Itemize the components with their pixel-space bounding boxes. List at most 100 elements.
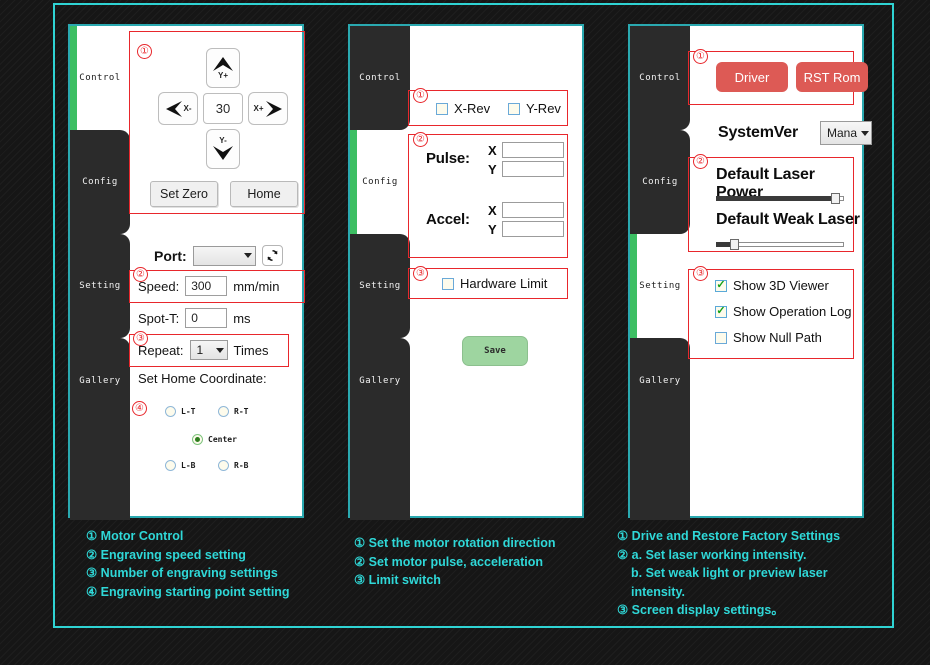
spot-input[interactable]: 0 bbox=[185, 308, 228, 328]
origin-option-rt[interactable]: R-T bbox=[218, 406, 248, 417]
chevron-down-icon bbox=[243, 253, 252, 258]
y-rev-label: Y-Rev bbox=[526, 101, 561, 116]
sidebar-item-label: Setting bbox=[639, 281, 681, 291]
origin-option-rb[interactable]: R-B bbox=[218, 460, 248, 471]
origin-option-lb[interactable]: L-B bbox=[165, 460, 195, 471]
origin-label: Center bbox=[208, 435, 237, 444]
rst-rom-label: RST Rom bbox=[803, 69, 861, 85]
caption-column-3: ① Drive and Restore Factory Settings ② a… bbox=[617, 527, 840, 620]
radio-icon bbox=[165, 460, 176, 471]
caption-line: ② a. Set laser working intensity. bbox=[617, 547, 807, 562]
default-weak-laser-slider[interactable] bbox=[716, 239, 844, 250]
checkbox-icon bbox=[715, 305, 727, 318]
caption-column-1: ① Motor Control ② Engraving speed settin… bbox=[86, 527, 290, 601]
panel3-content: ① Driver RST Rom SystemVer Mana ② Defaul… bbox=[688, 26, 872, 516]
default-laser-power-slider[interactable] bbox=[716, 193, 844, 204]
arrow-right-icon bbox=[265, 100, 282, 117]
sidebar-item-config[interactable]: Config bbox=[630, 130, 690, 234]
accel-y-axis-label: Y bbox=[488, 222, 497, 237]
annotation-marker-3: ③ bbox=[413, 266, 428, 281]
panel1-sidebar: Control Config Setting Gallery bbox=[70, 26, 130, 520]
show-3d-viewer-checkbox[interactable]: Show 3D Viewer bbox=[715, 278, 829, 293]
setting-panel-screenshot: Control Config Setting Gallery ① Driver … bbox=[628, 24, 872, 520]
repeat-select[interactable]: 1 bbox=[189, 340, 228, 360]
annotation-marker-2: ② bbox=[133, 267, 148, 282]
checkbox-icon bbox=[442, 277, 454, 290]
pulse-y-input[interactable] bbox=[502, 161, 564, 177]
hardware-limit-checkbox[interactable]: Hardware Limit bbox=[442, 276, 547, 291]
caption-column-2: ① Set the motor rotation direction ② Set… bbox=[354, 534, 556, 590]
pulse-x-axis-label: X bbox=[488, 143, 497, 158]
sidebar-item-gallery[interactable]: Gallery bbox=[350, 338, 410, 520]
jog-down-button[interactable]: Y- bbox=[206, 129, 240, 169]
chevron-down-icon bbox=[861, 130, 870, 136]
jog-right-button[interactable]: X+ bbox=[248, 92, 288, 125]
sidebar-item-control[interactable]: Control bbox=[350, 26, 410, 130]
home-label: Home bbox=[247, 187, 281, 201]
checkbox-icon bbox=[715, 279, 727, 292]
save-button[interactable]: Save bbox=[462, 336, 528, 366]
sidebar-item-setting[interactable]: Setting bbox=[70, 234, 130, 338]
caption-line: ③ Screen display settings。 bbox=[617, 603, 784, 617]
panel2-content: ① X-Rev Y-Rev ② Pulse: X Y Accel: X Y ③ … bbox=[408, 26, 582, 516]
arrow-left-icon bbox=[165, 100, 182, 117]
arrow-up-icon bbox=[213, 57, 233, 71]
slider-thumb[interactable] bbox=[831, 193, 841, 204]
refresh-button[interactable] bbox=[261, 245, 283, 266]
driver-button[interactable]: Driver bbox=[716, 62, 788, 92]
systemver-select[interactable]: Mana bbox=[820, 121, 872, 145]
sidebar-item-label: Config bbox=[642, 177, 678, 187]
show-null-path-label: Show Null Path bbox=[733, 330, 822, 345]
port-select[interactable] bbox=[192, 245, 256, 266]
sidebar-item-setting[interactable]: Setting bbox=[630, 234, 690, 338]
repeat-label: Repeat: bbox=[138, 342, 184, 358]
origin-option-lt[interactable]: L-T bbox=[165, 406, 195, 417]
accel-y-input[interactable] bbox=[502, 221, 564, 237]
speed-row: Speed: 300 mm/min bbox=[138, 276, 279, 296]
jog-left-button[interactable]: X- bbox=[158, 92, 198, 125]
accel-label: Accel: bbox=[426, 211, 470, 228]
jog-step-input[interactable]: 30 bbox=[203, 93, 243, 124]
slider-thumb[interactable] bbox=[730, 239, 740, 250]
caption-line: ① Motor Control bbox=[86, 529, 184, 543]
caption-line: ④ Engraving starting point setting bbox=[86, 584, 290, 599]
control-panel-screenshot: Control Config Setting Gallery ① Y+ X- 3… bbox=[68, 24, 305, 520]
panel2-sidebar: Control Config Setting Gallery bbox=[350, 26, 410, 520]
slider-fill bbox=[716, 196, 836, 201]
set-zero-button[interactable]: Set Zero bbox=[150, 181, 218, 207]
sidebar-item-config[interactable]: Config bbox=[350, 130, 410, 234]
show-operation-log-checkbox[interactable]: Show Operation Log bbox=[715, 304, 852, 319]
show-null-path-checkbox[interactable]: Show Null Path bbox=[715, 330, 822, 345]
spot-label: Spot-T: bbox=[138, 310, 180, 326]
systemver-label: SystemVer bbox=[718, 124, 799, 141]
radio-icon bbox=[218, 406, 229, 417]
caption-line: intensity. bbox=[631, 584, 685, 599]
sidebar-item-label: Setting bbox=[79, 281, 121, 291]
show-3d-viewer-label: Show 3D Viewer bbox=[733, 278, 829, 293]
origin-option-center[interactable]: Center bbox=[192, 434, 237, 445]
home-button[interactable]: Home bbox=[230, 181, 298, 207]
sidebar-item-gallery[interactable]: Gallery bbox=[630, 338, 690, 520]
x-rev-checkbox[interactable]: X-Rev bbox=[436, 101, 490, 116]
sidebar-item-control[interactable]: Control bbox=[70, 26, 130, 130]
jog-up-button[interactable]: Y+ bbox=[206, 48, 240, 88]
radio-icon bbox=[192, 434, 203, 445]
jog-right-label: X+ bbox=[253, 103, 264, 113]
sidebar-item-gallery[interactable]: Gallery bbox=[70, 338, 130, 520]
sidebar-item-config[interactable]: Config bbox=[70, 130, 130, 234]
repeat-unit: Times bbox=[233, 342, 269, 358]
speed-input[interactable]: 300 bbox=[185, 276, 228, 296]
annotation-marker-1: ① bbox=[413, 88, 428, 103]
pulse-x-input[interactable] bbox=[502, 142, 564, 158]
sidebar-item-setting[interactable]: Setting bbox=[350, 234, 410, 338]
sidebar-item-control[interactable]: Control bbox=[630, 26, 690, 130]
repeat-row: Repeat: 1 Times bbox=[138, 340, 268, 360]
port-row: Port: bbox=[154, 245, 283, 266]
origin-label: L-B bbox=[181, 461, 196, 470]
annotation-marker-1: ① bbox=[137, 44, 152, 59]
rst-rom-button[interactable]: RST Rom bbox=[796, 62, 868, 92]
y-rev-checkbox[interactable]: Y-Rev bbox=[508, 101, 561, 116]
annotation-marker-4: ④ bbox=[132, 401, 147, 416]
accel-x-input[interactable] bbox=[502, 202, 564, 218]
spot-unit: ms bbox=[233, 310, 251, 326]
